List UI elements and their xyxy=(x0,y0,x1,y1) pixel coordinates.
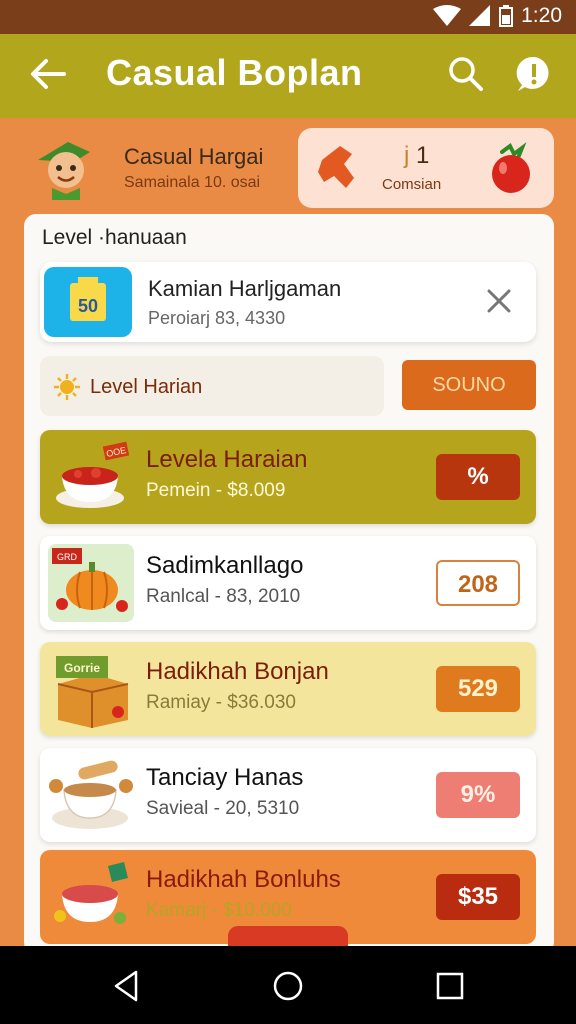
item-title: Levela Haraian xyxy=(146,446,308,473)
list-item[interactable]: GRD Sadimkanllago Ranlcal - 83, 2010 208 xyxy=(40,536,536,630)
calendar-icon: 50 xyxy=(70,277,106,321)
item-title: Hadikhah Bonluhs xyxy=(146,866,341,893)
sound-button[interactable]: SOUNO xyxy=(402,360,536,410)
svg-text:50: 50 xyxy=(78,296,98,316)
battery-icon xyxy=(499,5,514,27)
search-icon[interactable] xyxy=(446,54,486,94)
status-bar: 1:20 xyxy=(0,0,576,34)
profile-subtitle: Samainala 10. osai xyxy=(124,174,261,191)
profile-header: Casual Hargai Samainala 10. osai xyxy=(26,126,296,210)
level-filter-label: Level Harian xyxy=(90,376,203,398)
price-button[interactable]: 529 xyxy=(436,666,520,712)
tomato-soup-icon: OOE xyxy=(56,441,130,508)
app-bar: Casual Boplan xyxy=(0,34,576,118)
featured-thumbnail: 50 xyxy=(44,267,132,337)
featured-card[interactable]: 50 Kamian Harljgaman Peroiarj 83, 4330 xyxy=(40,262,536,342)
featured-title: Kamian Harljgaman xyxy=(148,276,342,301)
back-arrow-icon[interactable] xyxy=(26,52,70,96)
coin-icon: ϳ xyxy=(404,142,410,169)
price-button[interactable]: $35 xyxy=(436,874,520,920)
tomato-icon xyxy=(492,142,530,193)
svg-text:Gorrie: Gorrie xyxy=(64,661,100,675)
home-nav-icon[interactable] xyxy=(270,968,306,1004)
page-title: Casual Boplan xyxy=(106,52,363,93)
item-subtitle: Savieal - 20, 5310 xyxy=(146,798,300,819)
price-button[interactable]: % xyxy=(436,454,520,500)
panel-heading: Level ·hanuaan xyxy=(42,226,187,249)
wifi-icon xyxy=(433,5,462,26)
back-nav-icon[interactable] xyxy=(108,968,144,1004)
coffee-cup-icon xyxy=(49,760,133,829)
item-subtitle: Ranlcal - 83, 2010 xyxy=(146,586,301,607)
info-icon[interactable] xyxy=(514,54,554,94)
list-item[interactable]: OOE Levela Haraian Pemein - $8.009 % xyxy=(40,430,536,524)
svg-text:GRD: GRD xyxy=(57,552,78,562)
item-subtitle: Kamarj - $10.000 xyxy=(146,900,292,921)
reward-label: Comsian xyxy=(382,176,442,193)
item-subtitle: Ramiay - $36.030 xyxy=(146,692,296,713)
signal-icon xyxy=(469,5,491,26)
profile-name: Casual Hargai xyxy=(124,144,264,169)
level-filter-row[interactable]: Level Harian xyxy=(40,356,384,416)
list-item[interactable]: Gorrie Hadikhah Bonjan Ramiay - $36.030 … xyxy=(40,642,536,736)
gift-box-icon: Gorrie xyxy=(56,656,129,728)
item-title: Tanciay Hanas xyxy=(146,764,304,791)
recents-nav-icon[interactable] xyxy=(432,968,468,1004)
close-icon[interactable] xyxy=(484,286,514,316)
item-subtitle: Pemein - $8.009 xyxy=(146,480,286,501)
featured-subtitle: Peroiarj 83, 4330 xyxy=(148,308,286,328)
pumpkin-icon: GRD xyxy=(48,544,134,622)
soup-bowl-icon xyxy=(54,862,128,924)
bottom-action-button[interactable] xyxy=(228,926,348,948)
item-title: Hadikhah Bonjan xyxy=(146,658,329,685)
reward-card[interactable]: ϳ 1 Comsian xyxy=(298,128,554,208)
level-panel: Level ·hanuaan 50 Kamian Harljgaman Pero… xyxy=(24,214,554,954)
fist-icon xyxy=(318,146,354,188)
avatar xyxy=(38,142,90,200)
reward-count: ϳ 1 xyxy=(404,142,430,169)
status-icons: 1:20 xyxy=(433,4,562,28)
price-button[interactable]: 9% xyxy=(436,772,520,818)
sun-icon xyxy=(54,374,80,400)
list-item[interactable]: Tanciay Hanas Savieal - 20, 5310 9% xyxy=(40,748,536,842)
price-button[interactable]: 208 xyxy=(436,560,520,606)
system-nav-bar xyxy=(0,946,576,1024)
item-title: Sadimkanllago xyxy=(146,552,304,579)
clock: 1:20 xyxy=(521,4,562,27)
